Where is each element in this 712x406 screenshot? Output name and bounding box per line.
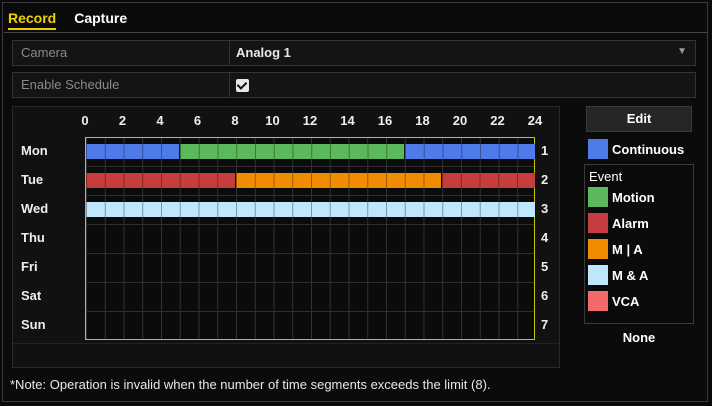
hour-label: 24 <box>527 113 543 128</box>
enable-schedule-field <box>229 73 695 97</box>
tab-record[interactable]: Record <box>8 8 57 30</box>
hour-label: 8 <box>231 113 239 128</box>
legend-swatch <box>588 213 608 233</box>
camera-value: Analog 1 <box>236 45 291 60</box>
day-copy-number[interactable]: 2 <box>541 172 548 187</box>
day-label-fri: Fri <box>21 259 38 274</box>
hour-label: 4 <box>156 113 164 128</box>
hour-label: 6 <box>193 113 202 128</box>
edit-button[interactable]: Edit <box>586 106 692 132</box>
enable-schedule-checkbox[interactable] <box>236 79 249 92</box>
day-copy-number[interactable]: 6 <box>541 288 548 303</box>
grid-row-divider <box>86 282 534 283</box>
schedule-segment[interactable] <box>86 173 235 188</box>
legend-continuous[interactable]: Continuous <box>588 138 684 160</box>
grid-row-divider <box>86 195 534 196</box>
schedule-segment[interactable] <box>86 202 535 217</box>
hour-label: 22 <box>490 113 505 128</box>
day-copy-number[interactable]: 3 <box>541 201 548 216</box>
day-copy-number[interactable]: 5 <box>541 259 548 274</box>
hour-label: 20 <box>452 113 468 128</box>
continuous-label: Continuous <box>612 141 685 157</box>
day-label-tue: Tue <box>21 172 44 187</box>
day-label-thu: Thu <box>21 230 45 245</box>
grid-row-divider <box>86 253 534 254</box>
legend-label: Motion <box>612 189 655 205</box>
legend-label: VCA <box>612 293 640 309</box>
legend-m-a[interactable]: M | A <box>588 238 643 260</box>
legend-label: M | A <box>612 241 643 257</box>
legend-alarm[interactable]: Alarm <box>588 212 649 234</box>
legend-none-button[interactable]: None <box>586 326 692 350</box>
day-label-mon: Mon <box>21 143 48 158</box>
schedule-grid[interactable] <box>85 137 535 340</box>
legend-label: M & A <box>612 267 649 283</box>
camera-label: Camera <box>21 45 68 60</box>
schedule-panel: 0 2 4 6 8 10 12 14 16 18 20 22 24 Mon 1 Tue 2 Wed 3 Thu 4 Fr… <box>12 106 560 368</box>
legend-m-a[interactable]: M & A <box>588 264 648 286</box>
enable-schedule-row: Enable Schedule <box>12 72 696 98</box>
hour-label: 14 <box>340 113 355 128</box>
grid-row-divider <box>86 311 534 312</box>
camera-row: Camera Analog 1 ▼ <box>12 40 696 66</box>
enable-schedule-label: Enable Schedule <box>21 77 120 92</box>
schedule-segment[interactable] <box>236 173 442 188</box>
tab-bar: Record Capture <box>8 8 127 30</box>
schedule-segment[interactable] <box>442 173 535 188</box>
chevron-down-icon: ▼ <box>677 46 687 57</box>
note-text: *Note: Operation is invalid when the num… <box>10 377 491 392</box>
legend-label: Alarm <box>612 215 649 231</box>
schedule-segment[interactable] <box>86 144 179 159</box>
schedule-segment[interactable] <box>404 144 535 159</box>
day-label-sat: Sat <box>21 288 42 303</box>
hour-label: 2 <box>118 113 127 128</box>
grid-row-divider <box>86 224 534 225</box>
grid-footer-divider <box>13 343 559 344</box>
day-label-wed: Wed <box>21 201 49 216</box>
day-copy-number[interactable]: 4 <box>541 230 548 245</box>
hour-label: 18 <box>415 113 430 128</box>
tab-capture[interactable]: Capture <box>74 8 127 30</box>
tab-divider <box>4 32 708 33</box>
continuous-swatch <box>588 139 608 159</box>
legend-swatch <box>588 187 608 207</box>
hour-label: 10 <box>265 113 280 128</box>
event-title: Event <box>589 169 623 184</box>
legend-swatch <box>588 291 608 311</box>
legend-vca[interactable]: VCA <box>588 290 639 312</box>
schedule-segment[interactable] <box>179 144 404 159</box>
legend-swatch <box>588 265 608 285</box>
grid-row-divider <box>86 166 534 167</box>
day-label-sun: Sun <box>21 317 46 332</box>
legend-motion[interactable]: Motion <box>588 186 655 208</box>
hour-label: 0 <box>81 113 89 128</box>
legend-swatch <box>588 239 608 259</box>
hour-label: 12 <box>302 113 318 128</box>
day-copy-number[interactable]: 1 <box>541 143 548 158</box>
hour-label: 16 <box>377 113 393 128</box>
camera-select[interactable]: Analog 1 ▼ <box>229 41 695 65</box>
day-copy-number[interactable]: 7 <box>541 317 548 332</box>
